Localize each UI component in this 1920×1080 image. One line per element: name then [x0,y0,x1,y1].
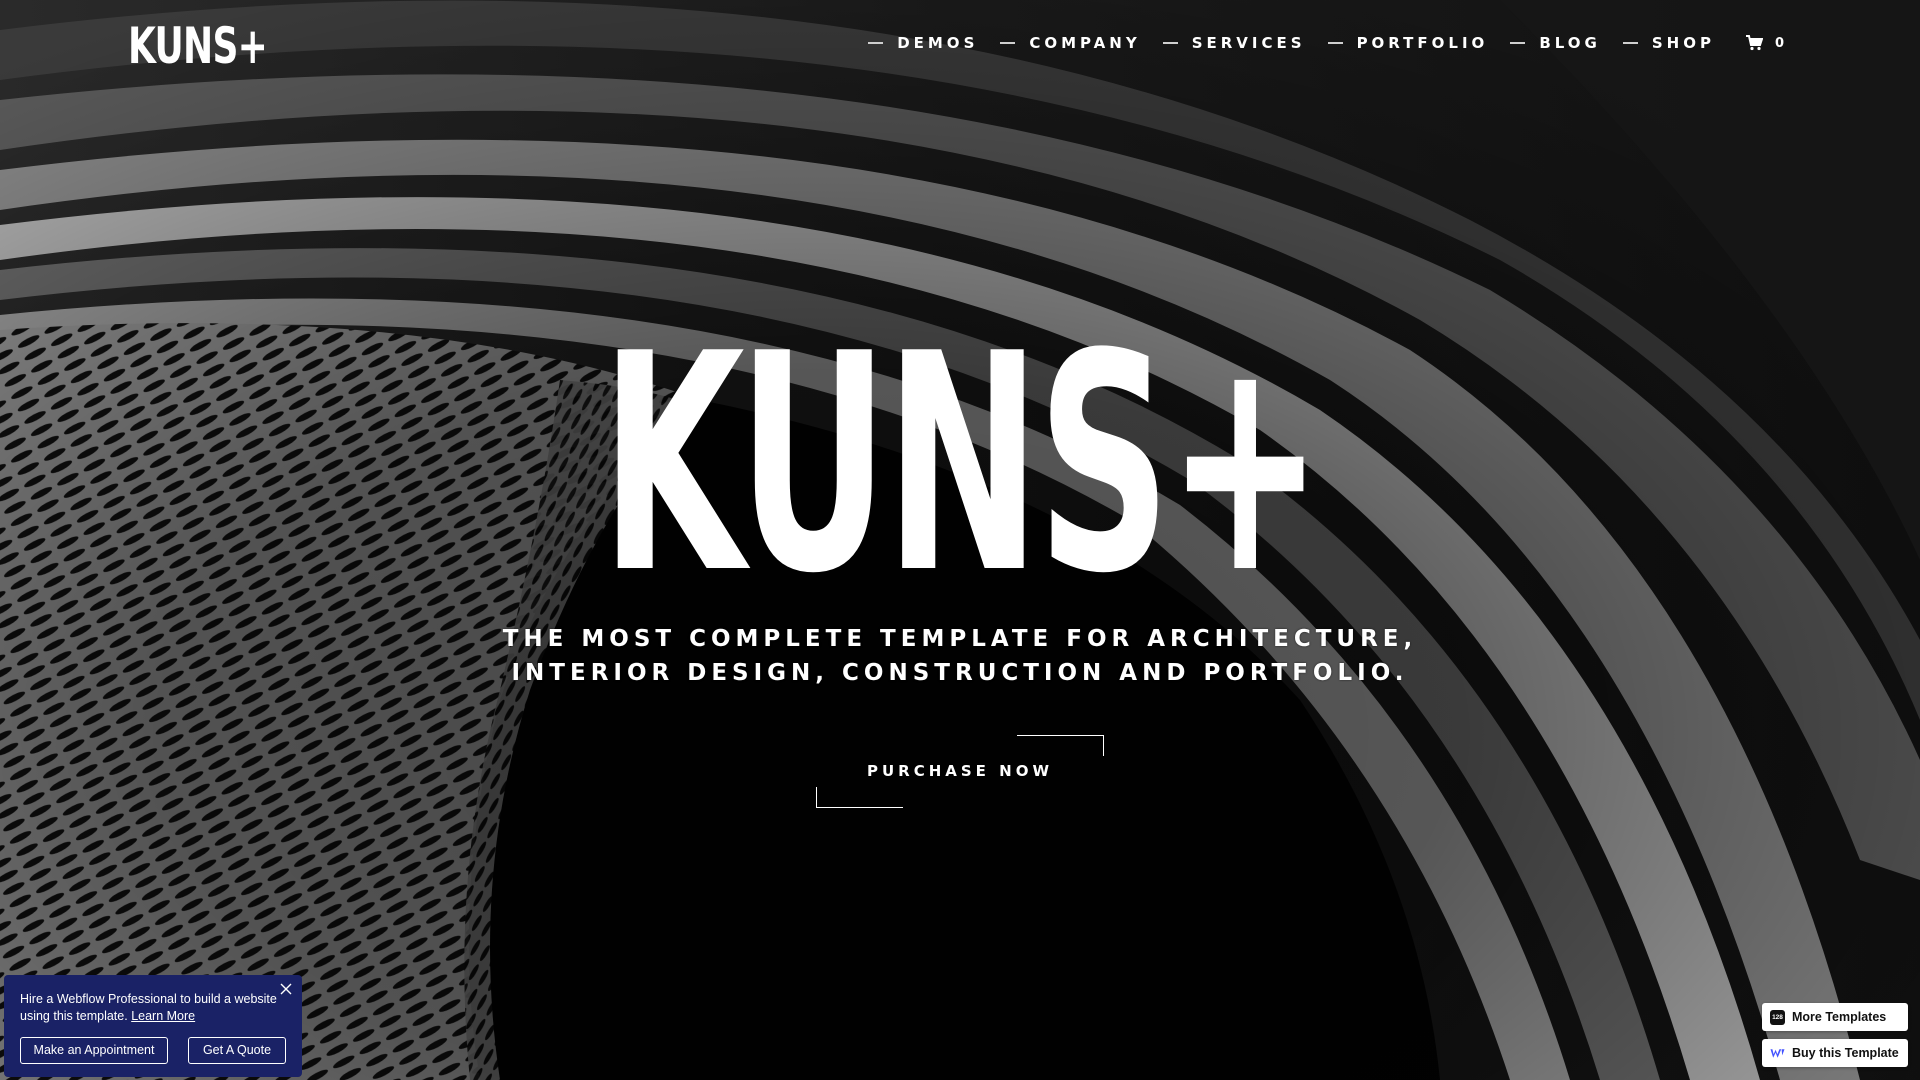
nav-dash [1327,42,1343,44]
cart-icon [1745,35,1763,51]
close-icon[interactable] [278,981,294,997]
nav-dash [868,42,884,44]
purchase-now-button[interactable]: PURCHASE NOW [816,735,1104,808]
nav-item-company[interactable]: COMPANY [1000,34,1140,52]
nav-item-label: DEMOS [897,34,979,52]
more-templates-button[interactable]: 128 More Templates [1762,1003,1908,1031]
make-appointment-button[interactable]: Make an Appointment [20,1037,168,1064]
nav-item-shop[interactable]: SHOP [1622,34,1715,52]
hero-title: KUNS+ [600,290,1323,639]
more-templates-label: More Templates [1792,1010,1887,1024]
hero-subtitle-line: INTERIOR DESIGN, CONSTRUCTION AND PORTFO… [511,660,1409,686]
nav-dash [1000,42,1016,44]
nav-item-demos[interactable]: DEMOS [868,34,978,52]
nav-dash [1622,42,1638,44]
hero-subtitle: THE MOST COMPLETE TEMPLATE FOR ARCHITECT… [460,622,1460,690]
get-quote-button[interactable]: Get A Quote [188,1037,286,1064]
nav-item-label: SERVICES [1191,34,1306,52]
nav-dash [1510,42,1526,44]
button-corner-decoration [816,787,903,808]
nav-item-label: BLOG [1539,34,1601,52]
webflow-logo-icon [1770,1046,1785,1061]
templates-count: 128 [1770,1009,1785,1025]
purchase-now-label: PURCHASE NOW [866,762,1054,780]
learn-more-link[interactable]: Learn More [131,1009,195,1023]
cart-count: 0 [1774,35,1784,51]
hire-webflow-popup: Hire a Webflow Professional to build a w… [4,975,302,1077]
hire-popup-text: Hire a Webflow Professional to build a w… [20,991,280,1025]
page: KUNS+ DEMOS COMPANY SERVICES PORTFOLIO B… [0,0,1920,1080]
templates-count-icon: 128 [1770,1009,1785,1025]
site-logo[interactable]: KUNS+ [128,18,268,74]
nav-item-services[interactable]: SERVICES [1162,34,1306,52]
main-nav: DEMOS COMPANY SERVICES PORTFOLIO BLOG SH… [846,30,1784,56]
hire-popup-actions: Make an Appointment Get A Quote [20,1037,286,1064]
nav-item-portfolio[interactable]: PORTFOLIO [1327,34,1489,52]
buy-template-label: Buy this Template [1792,1046,1899,1060]
button-corner-decoration [1017,735,1104,756]
nav-dash [1162,42,1178,44]
buy-template-button[interactable]: Buy this Template [1762,1039,1908,1067]
hero-subtitle-line: THE MOST COMPLETE TEMPLATE FOR ARCHITECT… [502,626,1418,652]
cart-button[interactable]: 0 [1745,35,1784,51]
nav-item-label: PORTFOLIO [1356,34,1489,52]
nav-item-label: COMPANY [1029,34,1141,52]
nav-item-blog[interactable]: BLOG [1510,34,1601,52]
nav-item-label: SHOP [1651,34,1715,52]
